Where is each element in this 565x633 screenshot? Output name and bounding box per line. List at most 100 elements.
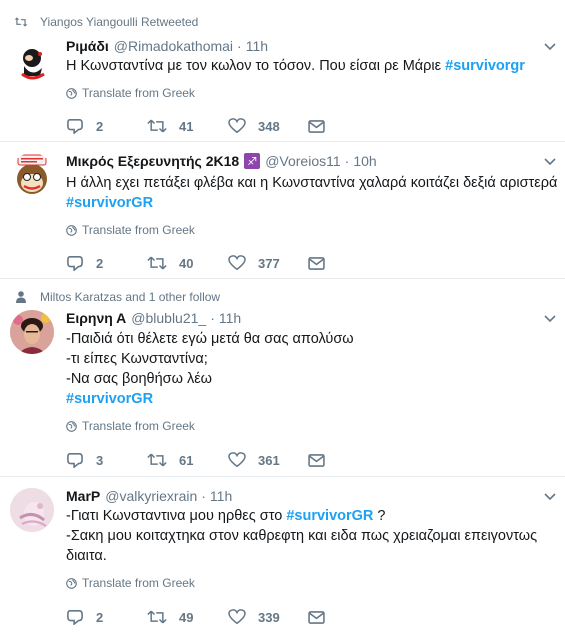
tweet-text-segment: -Γιατι Κωνσταντινα μου ηρθες στο	[66, 508, 287, 524]
tweet-text: Η άλλη εχει πετάξει φλέβα και η Κωνσταντ…	[66, 173, 561, 213]
heart-icon	[228, 452, 246, 468]
display-name[interactable]: Ειρηνη Α	[66, 310, 126, 326]
retweet-icon	[147, 453, 167, 467]
reply-count: 3	[96, 452, 104, 468]
envelope-icon	[308, 256, 325, 270]
tweet-header: MarP @valkyriexrain · 11h	[66, 488, 541, 504]
user-handle[interactable]: @Voreios11	[265, 153, 340, 169]
display-name[interactable]: Ριμάδι	[66, 38, 109, 54]
message-button[interactable]	[308, 607, 325, 627]
globe-icon	[66, 87, 77, 99]
message-button[interactable]	[308, 450, 325, 470]
globe-icon	[66, 224, 77, 236]
translate-label[interactable]: Translate from Greek	[82, 223, 195, 237]
tweet-text-line: Η άλλη εχει πετάξει φλέβα και η Κωνσταντ…	[66, 173, 561, 193]
avatar[interactable]	[10, 488, 54, 532]
message-button[interactable]	[308, 253, 325, 273]
tweet-text-segment: Η Κωνσταντίνα με τον κωλον το τόσον. Που…	[66, 58, 446, 74]
tweet-text-segment: -τι είπες Κωνσταντίνα;	[66, 351, 208, 367]
like-button[interactable]: 348	[228, 116, 280, 136]
person-icon	[14, 290, 28, 304]
hashtag-link[interactable]: #survivorGR	[66, 195, 153, 211]
retweet-count: 61	[179, 452, 194, 468]
reply-button[interactable]: 2	[66, 116, 103, 136]
tweet-1[interactable]: Yiangos Yiangoulli Retweeted Ριμάδι @Rim…	[0, 0, 565, 142]
hashtag-link[interactable]: #survivorGR	[286, 508, 373, 524]
tweet-text-segment: -Να σας βοηθήσω λέω	[66, 371, 212, 387]
message-button[interactable]	[308, 116, 325, 136]
like-count: 339	[258, 609, 280, 625]
retweet-count: 49	[179, 609, 194, 625]
display-name[interactable]: MarP	[66, 488, 100, 504]
retweet-button[interactable]: 40	[147, 253, 193, 273]
tweet-actions: 2 41 348	[66, 116, 336, 136]
reply-button[interactable]: 2	[66, 607, 103, 627]
tweet-text-line: διαιτα.	[66, 546, 561, 566]
user-handle[interactable]: @blublu21_	[131, 310, 206, 326]
retweet-button[interactable]: 61	[147, 450, 193, 470]
tweet-text: -Γιατι Κωνσταντινα μου ηρθες στο #surviv…	[66, 506, 561, 566]
tweet-text-segment: ?	[373, 508, 386, 524]
tweet-text-line: -τι είπες Κωνσταντίνα;	[66, 349, 561, 369]
retweet-icon	[14, 15, 28, 29]
retweet-icon	[147, 610, 167, 624]
tweet-2[interactable]: Μικρός Εξερευνητής 2K18 ♐ @Voreios11 · 1…	[0, 142, 565, 279]
timestamp[interactable]: 11h	[219, 310, 241, 326]
tweet-text-line: -Να σας βοηθήσω λέω	[66, 369, 561, 389]
user-handle[interactable]: @valkyriexrain	[105, 488, 197, 504]
translate-link[interactable]: Translate from Greek	[66, 223, 195, 237]
translate-link[interactable]: Translate from Greek	[66, 576, 195, 590]
chevron-down-icon[interactable]	[543, 155, 557, 169]
retweet-button[interactable]: 49	[147, 607, 193, 627]
avatar[interactable]	[10, 38, 54, 82]
tweet-4[interactable]: MarP @valkyriexrain · 11h -Γιατι Κωνσταν…	[0, 477, 565, 633]
reply-icon	[67, 118, 83, 134]
tweet-3[interactable]: Miltos Karatzas and 1 other follow Ειρην…	[0, 279, 565, 477]
avatar[interactable]	[10, 153, 54, 197]
reply-icon	[67, 255, 83, 271]
chevron-down-icon[interactable]	[543, 490, 557, 504]
envelope-icon	[308, 610, 325, 624]
like-count: 361	[258, 452, 280, 468]
translate-label[interactable]: Translate from Greek	[82, 419, 195, 433]
avatar[interactable]	[10, 310, 54, 354]
tweet-text-segment: -Σακη μου κοιταχτηκα στον καθρεφτη και ε…	[66, 528, 538, 544]
reply-button[interactable]: 2	[66, 253, 103, 273]
context-text: Miltos Karatzas and 1 other follow	[40, 290, 221, 304]
retweet-context: Yiangos Yiangoulli Retweeted	[14, 15, 198, 29]
chevron-down-icon[interactable]	[543, 312, 557, 326]
hashtag-link[interactable]: #survivorgr	[445, 58, 525, 74]
tweet-text-segment: -Παιδιά ότι θέλετε εγώ μετά θα σας απολύ…	[66, 331, 354, 347]
like-count: 348	[258, 118, 280, 134]
translate-link[interactable]: Translate from Greek	[66, 86, 195, 100]
globe-icon	[66, 577, 77, 589]
tweet-header: Μικρός Εξερευνητής 2K18 ♐ @Voreios11 · 1…	[66, 153, 541, 169]
timestamp[interactable]: 11h	[210, 488, 232, 504]
tweet-text-line: -Σακη μου κοιταχτηκα στον καθρεφτη και ε…	[66, 526, 561, 546]
translate-label[interactable]: Translate from Greek	[82, 576, 195, 590]
tweet-header: Ειρηνη Α @blublu21_ · 11h	[66, 310, 541, 326]
tweet-text-line: -Γιατι Κωνσταντινα μου ηρθες στο #surviv…	[66, 506, 561, 526]
tweet-text-segment: διαιτα.	[66, 548, 107, 564]
like-button[interactable]: 339	[228, 607, 280, 627]
separator-dot: ·	[210, 310, 215, 326]
like-button[interactable]: 361	[228, 450, 280, 470]
separator-dot: ·	[201, 488, 206, 504]
chevron-down-icon[interactable]	[543, 40, 557, 54]
timestamp[interactable]: 10h	[353, 153, 376, 169]
envelope-icon	[308, 453, 325, 467]
translate-label[interactable]: Translate from Greek	[82, 86, 195, 100]
tweet-text-line: -Παιδιά ότι θέλετε εγώ μετά θα σας απολύ…	[66, 329, 561, 349]
translate-link[interactable]: Translate from Greek	[66, 419, 195, 433]
like-count: 377	[258, 255, 280, 271]
reply-button[interactable]: 3	[66, 450, 103, 470]
hashtag-link[interactable]: #survivorGR	[66, 391, 153, 407]
retweet-button[interactable]: 41	[147, 116, 193, 136]
tweet-text-line: #survivorGR	[66, 389, 561, 409]
user-handle[interactable]: @Rimadokathomai	[114, 38, 233, 54]
timestamp[interactable]: 11h	[246, 38, 268, 54]
tweet-actions: 2 49 339	[66, 607, 336, 627]
like-button[interactable]: 377	[228, 253, 280, 273]
tweet-text-segment: Η άλλη εχει πετάξει φλέβα και η Κωνσταντ…	[66, 175, 558, 191]
display-name[interactable]: Μικρός Εξερευνητής 2K18	[66, 153, 239, 169]
